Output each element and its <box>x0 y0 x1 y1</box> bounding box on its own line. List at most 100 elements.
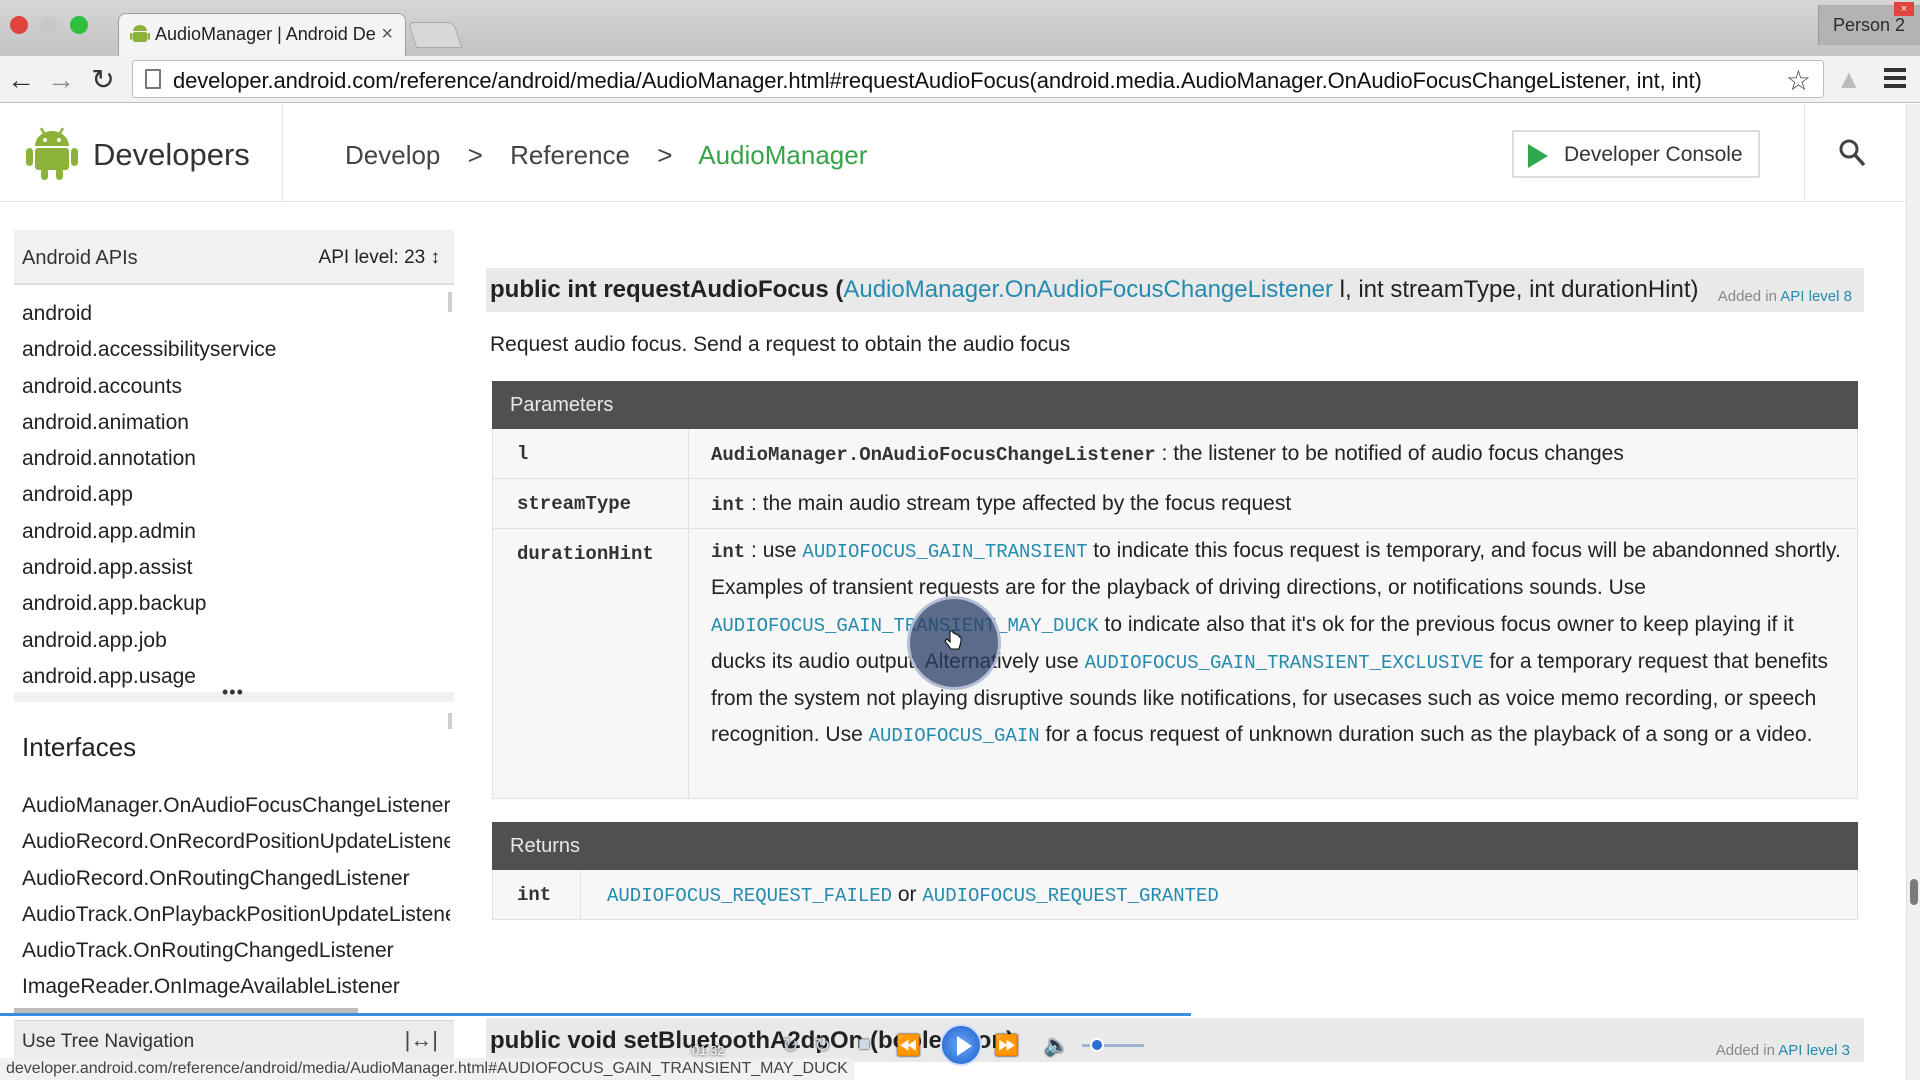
constant-link[interactable]: AUDIOFOCUS_REQUEST_GRANTED <box>922 885 1218 907</box>
window-close-button[interactable] <box>10 16 28 34</box>
param-name: durationHint <box>493 529 689 798</box>
page-icon <box>145 69 161 89</box>
reload-icon[interactable]: ↻ <box>86 63 120 97</box>
tab-close-icon[interactable]: × <box>381 23 393 46</box>
param-text: : use <box>745 539 803 562</box>
brand-name[interactable]: Developers <box>93 137 250 173</box>
profile-button[interactable]: Person 2 × <box>1818 2 1920 45</box>
added-prefix: Added in <box>1717 288 1781 305</box>
stop-icon[interactable]: ■ <box>858 1033 870 1056</box>
video-time: 01:32 <box>692 1043 725 1058</box>
package-item[interactable]: android.annotation <box>14 441 446 477</box>
api-level-link[interactable]: API level 8 <box>1780 288 1852 305</box>
package-item[interactable]: android.app.admin <box>14 514 446 550</box>
parameters-heading: Parameters <box>492 381 1858 429</box>
site-header: Developers Develop > Reference > AudioMa… <box>0 104 1906 202</box>
param-text: : the listener to be notified of audio f… <box>1155 442 1624 465</box>
param-text: for a focus request of unknown duration … <box>1039 723 1813 747</box>
package-item[interactable]: android.accounts <box>14 369 446 405</box>
package-item[interactable]: android.app.backup <box>14 586 446 622</box>
crumb-develop[interactable]: Develop <box>345 140 440 170</box>
volume-icon[interactable]: 🔈 <box>1044 1033 1069 1058</box>
profile-close-icon[interactable]: × <box>1894 2 1914 16</box>
window-minimize-button[interactable] <box>40 16 58 34</box>
package-item[interactable]: android.app <box>14 477 446 513</box>
crumb-separator: > <box>467 140 483 170</box>
package-scrollbar[interactable] <box>448 292 452 312</box>
forward-arrow-icon[interactable]: → <box>44 63 78 97</box>
interfaces-heading: Interfaces <box>22 732 137 762</box>
param-name: streamType <box>493 479 689 528</box>
interface-item[interactable]: ImageReader.OnImageAvailableListener <box>14 969 450 1005</box>
page-scrollbar-thumb[interactable] <box>1910 879 1918 905</box>
play-button[interactable] <box>940 1024 982 1066</box>
signature-suffix: l, int streamType, int durationHint) <box>1333 276 1699 303</box>
package-item[interactable]: android.accessibilityservice <box>14 332 446 368</box>
interface-item[interactable]: AudioRecord.OnRoutingChangedListener <box>14 861 450 897</box>
param-type: int <box>711 494 746 516</box>
api-level-link[interactable]: API level 3 <box>1778 1042 1850 1059</box>
video-progress-bar[interactable] <box>0 1013 1191 1016</box>
window-maximize-button[interactable] <box>70 16 88 34</box>
developer-console-button[interactable]: Developer Console <box>1512 130 1760 178</box>
api-title: Android APIs <box>22 247 138 269</box>
interfaces-scrollbar[interactable] <box>448 713 452 729</box>
api-level-bar: Android APIs API level: 23 ↕ <box>14 230 454 285</box>
param-description: int : the main audio stream type affecte… <box>711 482 1291 523</box>
tree-navigation-toggle[interactable]: Use Tree Navigation <box>22 1031 194 1053</box>
table-row: streamType int : the main audio stream t… <box>492 479 1858 529</box>
search-icon[interactable] <box>1838 138 1866 168</box>
constant-link[interactable]: AUDIOFOCUS_REQUEST_FAILED <box>607 885 892 907</box>
header-divider <box>1804 104 1805 202</box>
package-item[interactable]: android.animation <box>14 405 446 441</box>
param-description: int : use AUDIOFOCUS_GAIN_TRANSIENT to i… <box>705 529 1851 755</box>
method-signature: public int requestAudioFocus (AudioManag… <box>490 276 1698 304</box>
collapse-sidebar-icon[interactable]: |↔| <box>405 1027 438 1053</box>
resize-handle-icon[interactable]: ••• <box>222 682 244 703</box>
table-row: l AudioManager.OnAudioFocusChangeListene… <box>492 429 1858 479</box>
volume-knob[interactable] <box>1090 1038 1104 1052</box>
menu-icon[interactable] <box>1884 68 1906 88</box>
crumb-reference[interactable]: Reference <box>510 140 630 170</box>
constant-link[interactable]: AUDIOFOCUS_GAIN_TRANSIENT_MAY_DUCK <box>711 615 1099 637</box>
interface-item[interactable]: AudioRecord.OnRecordPositionUpdateListen… <box>14 824 450 860</box>
package-item[interactable]: android.app.job <box>14 623 446 659</box>
package-item[interactable]: android <box>14 296 446 332</box>
constant-link[interactable]: AUDIOFOCUS_GAIN_TRANSIENT_EXCLUSIVE <box>1085 652 1484 674</box>
hand-cursor-icon <box>944 630 962 650</box>
status-bar-url: developer.android.com/reference/android/… <box>0 1058 854 1080</box>
table-row: durationHint int : use AUDIOFOCUS_GAIN_T… <box>492 529 1858 799</box>
returns-heading: Returns <box>492 822 1858 870</box>
url-text[interactable]: developer.android.com/reference/android/… <box>173 68 1702 94</box>
fast-forward-icon[interactable]: ⏩ <box>994 1033 1019 1058</box>
play-store-icon <box>1528 144 1548 168</box>
return-or: or <box>892 883 923 906</box>
constant-link[interactable]: AUDIOFOCUS_GAIN_TRANSIENT <box>802 541 1087 563</box>
added-in-note: Added in API level 8 <box>1718 288 1852 305</box>
crumb-audiomanager[interactable]: AudioManager <box>698 140 867 170</box>
android-logo[interactable] <box>26 124 78 180</box>
interface-item[interactable]: AudioManager.OnAudioFocusChangeListener <box>14 788 450 824</box>
interface-item[interactable]: AudioTrack.OnRoutingChangedListener <box>14 933 450 969</box>
page-scrollbar[interactable] <box>1906 104 1920 1080</box>
return-type: int <box>493 870 581 919</box>
bookmark-star-icon[interactable]: ☆ <box>1786 64 1811 97</box>
loop-icon[interactable]: ↻ <box>782 1033 799 1058</box>
back-arrow-icon[interactable]: ← <box>4 63 38 97</box>
param-type[interactable]: AudioManager.OnAudioFocusChangeListener <box>711 444 1156 466</box>
param-text: : the main audio stream type affected by… <box>745 492 1292 515</box>
browser-tab[interactable]: AudioManager | Android De × <box>118 13 406 56</box>
refresh-icon[interactable]: ↻ <box>814 1033 831 1058</box>
constant-link[interactable]: AUDIOFOCUS_GAIN <box>869 725 1040 747</box>
interface-item[interactable]: AudioTrack.OnPlaybackPositionUpdateListe… <box>14 897 450 933</box>
new-tab-button[interactable] <box>407 22 463 48</box>
package-item[interactable]: android.app.assist <box>14 550 446 586</box>
tree-navigation-bar: Use Tree Navigation |↔| <box>14 1020 454 1060</box>
api-level-select[interactable]: API level: 23 ↕ <box>319 247 440 269</box>
extension-icon[interactable]: ▲ <box>1836 64 1862 95</box>
method-header: public int requestAudioFocus (AudioManag… <box>486 268 1864 312</box>
header-divider <box>282 104 283 202</box>
address-bar[interactable]: developer.android.com/reference/android/… <box>132 60 1824 98</box>
signature-type-link[interactable]: AudioManager.OnAudioFocusChangeListener <box>843 276 1333 303</box>
rewind-icon[interactable]: ⏪ <box>896 1033 921 1058</box>
